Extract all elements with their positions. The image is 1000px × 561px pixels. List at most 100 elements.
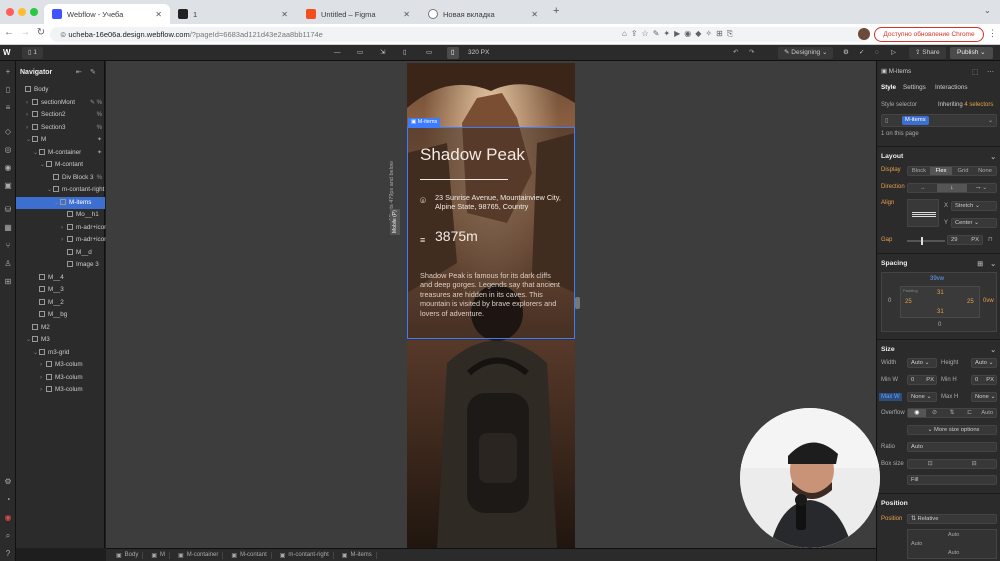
avatar[interactable] bbox=[858, 28, 870, 40]
navigator-item[interactable]: › m-adr+icon bbox=[16, 222, 108, 234]
navigator-item[interactable]: › M3-colum bbox=[16, 372, 105, 384]
height-input[interactable]: Auto ⌄ bbox=[971, 358, 997, 368]
fit-select[interactable]: Fill bbox=[907, 475, 997, 485]
navigator-item[interactable]: Div Block 3% bbox=[16, 172, 105, 184]
selector-chip[interactable]: M-items bbox=[902, 116, 929, 125]
cms-icon[interactable]: ⛁ bbox=[3, 205, 13, 215]
close-tab-icon[interactable]: ✕ bbox=[281, 10, 288, 19]
add-icon[interactable]: + bbox=[3, 67, 13, 77]
gap-unit[interactable]: PX bbox=[971, 236, 979, 244]
ecommerce-icon[interactable]: ▦ bbox=[3, 223, 13, 233]
margin-top-value[interactable]: 39vw bbox=[930, 276, 944, 282]
navigator-item[interactable]: ⌄ m3-grid bbox=[16, 347, 105, 359]
minimize-window-button[interactable] bbox=[18, 8, 26, 16]
spacing-box[interactable]: 39vw 0 0vw 0 Padding 31 25 25 31 bbox=[881, 272, 997, 332]
breadcrumb-item[interactable]: ▣ M-container bbox=[174, 551, 224, 559]
settings-rail-icon[interactable]: ⚙ bbox=[3, 477, 13, 487]
new-tab-icon[interactable]: + bbox=[553, 5, 559, 17]
mobile-portrait-icon[interactable]: ▯ bbox=[447, 47, 459, 59]
close-tab-icon[interactable]: ✕ bbox=[155, 10, 162, 19]
min-width-unit[interactable]: PX bbox=[926, 376, 934, 384]
direction-toggle[interactable]: → ↓ ⇁ ⌄ bbox=[907, 183, 997, 193]
record-icon[interactable]: ◉ bbox=[3, 513, 13, 523]
variables-icon[interactable]: ◎ bbox=[3, 145, 13, 155]
assets-icon[interactable]: ▣ bbox=[3, 181, 13, 191]
display-block[interactable]: Block bbox=[908, 167, 930, 175]
resize-handle[interactable] bbox=[575, 297, 580, 309]
hidden-icon[interactable]: ⊘ bbox=[926, 409, 944, 417]
align-matrix[interactable] bbox=[907, 199, 939, 227]
gap-slider[interactable] bbox=[907, 237, 945, 245]
max-height-input[interactable]: None ⌄ bbox=[971, 392, 997, 402]
padding-left-value[interactable]: 25 bbox=[905, 299, 912, 305]
navigator-item[interactable]: M2 bbox=[16, 322, 105, 334]
chevron-down-icon[interactable]: ⌄ bbox=[990, 260, 996, 268]
content-box-icon[interactable]: ⊟ bbox=[952, 460, 996, 468]
breakpoint-more-icon[interactable]: — bbox=[334, 47, 341, 59]
offset-top-value[interactable]: Auto bbox=[948, 532, 959, 538]
align-y-select[interactable]: Center ⌄ bbox=[951, 218, 997, 228]
kebab-menu-icon[interactable]: ⋮ bbox=[988, 28, 997, 39]
pages-icon[interactable]: ▯ bbox=[3, 85, 13, 95]
border-box-icon[interactable]: ⊡ bbox=[908, 460, 952, 468]
margin-right-value[interactable]: 0vw bbox=[983, 298, 994, 304]
close-tab-icon[interactable]: ✕ bbox=[531, 10, 538, 19]
display-toggle[interactable]: Block Flex Grid None bbox=[907, 166, 997, 176]
breadcrumb-item[interactable]: ▣ M-items bbox=[338, 551, 377, 559]
undo-icon[interactable]: ↶ bbox=[733, 47, 738, 59]
publish-button[interactable]: Publish ⌄ bbox=[950, 47, 993, 59]
browser-tab[interactable]: Новая вкладка ✕ bbox=[420, 4, 546, 24]
position-section-header[interactable]: Position bbox=[877, 493, 1000, 509]
pin-icon[interactable]: ✎ bbox=[90, 68, 96, 76]
lock-icon[interactable]: ⊓ bbox=[988, 236, 993, 243]
more-size-options-button[interactable]: ⌄ More size options bbox=[907, 425, 997, 435]
navigator-item[interactable]: ⌄ M-contant bbox=[16, 159, 105, 171]
navigator-item[interactable]: ⌄ M-items bbox=[16, 196, 105, 209]
navigator-item[interactable]: ⌄ m-contant-right bbox=[16, 184, 105, 196]
min-height-unit[interactable]: PX bbox=[986, 376, 994, 384]
logic-icon[interactable]: ⑂ bbox=[3, 241, 13, 251]
tab-settings[interactable]: Settings bbox=[903, 84, 926, 91]
browser-tab[interactable]: Untitled – Figma ✕ bbox=[298, 4, 418, 24]
display-grid[interactable]: Grid bbox=[952, 167, 974, 175]
collapse-icon[interactable]: ⇤ bbox=[76, 68, 82, 76]
webflow-logo-icon[interactable]: W bbox=[3, 47, 11, 59]
align-x-select[interactable]: Stretch ⌄ bbox=[951, 201, 997, 211]
margin-left-value[interactable]: 0 bbox=[888, 298, 891, 304]
close-window-button[interactable] bbox=[6, 8, 14, 16]
navigator-item[interactable]: Image 3 bbox=[16, 259, 105, 271]
navigator-item[interactable]: › M3-colum bbox=[16, 359, 105, 371]
navigator-item[interactable]: M__2 bbox=[16, 297, 105, 309]
components-icon[interactable]: ◇ bbox=[3, 127, 13, 137]
breadcrumb-item[interactable]: ▣ Body bbox=[112, 551, 144, 559]
scroll-icon[interactable]: ⇅ bbox=[943, 409, 961, 417]
navigator-item[interactable]: › Section2% bbox=[16, 109, 105, 121]
wrap-icon[interactable]: ⇁ ⌄ bbox=[967, 184, 996, 192]
forward-icon[interactable]: → bbox=[18, 27, 32, 38]
gap-input[interactable]: 29 PX bbox=[947, 235, 983, 245]
breadcrumb-item[interactable]: ▣ M-contant bbox=[227, 551, 272, 559]
navigator-item[interactable]: M__d bbox=[16, 247, 105, 259]
search-icon[interactable]: ⌕ bbox=[3, 531, 13, 541]
users-icon[interactable]: ♙ bbox=[3, 259, 13, 269]
navigator-item[interactable]: › m-adr+icon bbox=[16, 234, 108, 246]
add-icon[interactable]: ⊞ bbox=[977, 260, 983, 268]
navigator-item[interactable]: M__4 bbox=[16, 272, 105, 284]
back-icon[interactable]: ← bbox=[2, 27, 16, 38]
overflow-toggle[interactable]: ◉ ⊘ ⇅ ⊏ Auto bbox=[907, 408, 997, 418]
padding-box[interactable]: Padding 31 25 25 31 bbox=[900, 286, 980, 318]
chrome-update-button[interactable]: Доступно обновление Chrome bbox=[874, 27, 984, 42]
tab-style[interactable]: Style bbox=[881, 84, 896, 91]
tab-interactions[interactable]: Interactions bbox=[935, 84, 968, 91]
more-icon[interactable]: ⋯ bbox=[987, 68, 994, 76]
navigator-item[interactable]: › sectionMont ✎ % bbox=[16, 97, 105, 109]
min-height-input[interactable]: 0 PX bbox=[971, 375, 997, 385]
preview-icon[interactable]: ▷ bbox=[891, 47, 896, 59]
mode-dropdown[interactable]: ✎ Designing ⌄ bbox=[778, 47, 834, 59]
apps-icon[interactable]: ⊞ bbox=[3, 277, 13, 287]
navigator-item[interactable]: ⌄ M3 bbox=[16, 334, 105, 346]
comments-icon[interactable]: ◌ bbox=[875, 47, 879, 59]
extension-icons[interactable]: ⌂⇪☆✎✦▶◉◆✧⊞⎘ bbox=[622, 29, 737, 39]
offset-bottom-value[interactable]: Auto bbox=[948, 550, 959, 556]
tablet-icon[interactable]: ▯ bbox=[403, 47, 407, 59]
